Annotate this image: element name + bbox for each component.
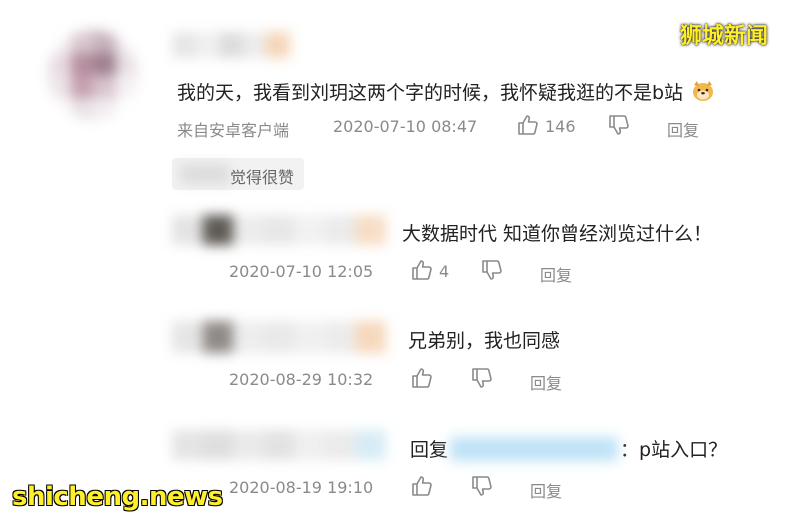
reply-username-blurred[interactable] bbox=[172, 215, 386, 245]
reply-timestamp: 2020-08-29 10:32 bbox=[229, 370, 374, 389]
like-count: 146 bbox=[545, 117, 576, 136]
watermark-bottom: shicheng.news bbox=[12, 482, 223, 512]
reply-button[interactable]: 回复 bbox=[540, 262, 572, 286]
like-summary[interactable]: 觉得很赞 bbox=[172, 158, 304, 190]
thumbs-down-icon[interactable] bbox=[470, 366, 494, 390]
thumbs-up-icon[interactable] bbox=[410, 258, 434, 282]
reply-prefix: 回复 bbox=[410, 439, 449, 461]
reply-timestamp: 2020-08-19 19:10 bbox=[229, 478, 374, 497]
reply-suffix: ：p站入口？ bbox=[620, 439, 728, 461]
reply-button[interactable]: 回复 bbox=[667, 117, 699, 141]
thumbs-up-icon[interactable] bbox=[516, 113, 540, 137]
reply-button[interactable]: 回复 bbox=[530, 370, 562, 394]
watermark-top: 狮城新闻 bbox=[680, 24, 769, 49]
username-blurred[interactable] bbox=[172, 32, 290, 58]
mention-blurred[interactable] bbox=[450, 437, 619, 461]
reply-text: 兄弟别，我也同感 bbox=[408, 330, 561, 352]
reply-text: 回复 ：p站入口？ bbox=[410, 435, 727, 462]
comment-text: 我的天，我看到刘玥这两个字的时候，我怀疑我逛的不是b站 bbox=[177, 78, 715, 105]
thumbs-down-icon[interactable] bbox=[470, 474, 494, 498]
like-count: 4 bbox=[439, 262, 450, 281]
reply-timestamp: 2020-07-10 12:05 bbox=[229, 262, 374, 281]
reply-button[interactable]: 回复 bbox=[530, 478, 562, 502]
thumbs-up-icon[interactable] bbox=[410, 366, 434, 390]
thumbs-down-icon[interactable] bbox=[480, 258, 504, 282]
reply-username-blurred[interactable] bbox=[172, 430, 386, 460]
comment-source: 来自安卓客户端 bbox=[177, 121, 290, 140]
reply-text: 大数据时代 知道你曾经浏览过什么！ bbox=[402, 223, 713, 245]
thumbs-up-icon[interactable] bbox=[410, 474, 434, 498]
comment-timestamp: 2020-07-10 08:47 bbox=[333, 117, 478, 136]
avatar[interactable] bbox=[48, 30, 138, 120]
thumbs-down-icon[interactable] bbox=[607, 113, 631, 137]
doge-emoji bbox=[691, 79, 715, 103]
reply-username-blurred[interactable] bbox=[172, 321, 386, 353]
liker-names-blurred bbox=[180, 164, 230, 184]
like-summary-text: 觉得很赞 bbox=[230, 168, 295, 187]
